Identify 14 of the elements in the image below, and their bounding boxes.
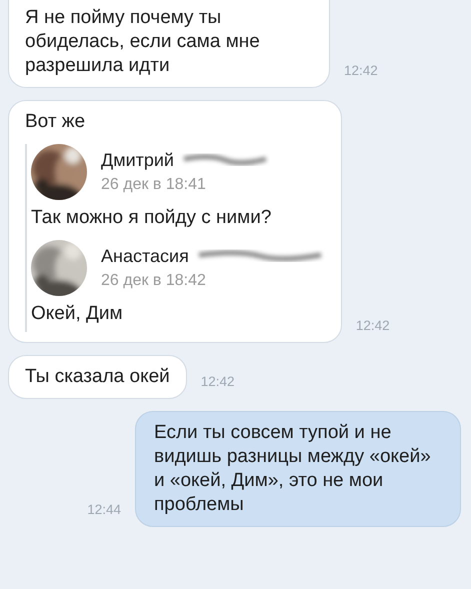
forwarded-text: Окей, Дим [31,302,124,326]
message-date: 26 дек в 18:41 [101,175,207,196]
sender-name[interactable]: Анастасия [101,244,189,267]
message-text: Вот же [25,110,86,134]
message-time: 12:42 [200,374,235,392]
message-text: Я не пойму почему ты обиделась, если сама мне разрешила идти [25,6,261,78]
message-text: Ты сказала окей [25,364,170,388]
message-time: 12:44 [87,502,121,520]
message-time: 12:42 [344,63,378,80]
message-text: Если ты совсем тупой и не видишь разницы между «окей» и «окей, Дим», это не мои проблемы [154,421,432,516]
message-time: 12:42 [356,318,390,334]
sender-name[interactable]: Дмитрий [101,148,174,172]
message-date: 26 дек в 18:42 [101,271,207,291]
forwarded-text: Так можно я пойду с ними? [31,206,272,230]
